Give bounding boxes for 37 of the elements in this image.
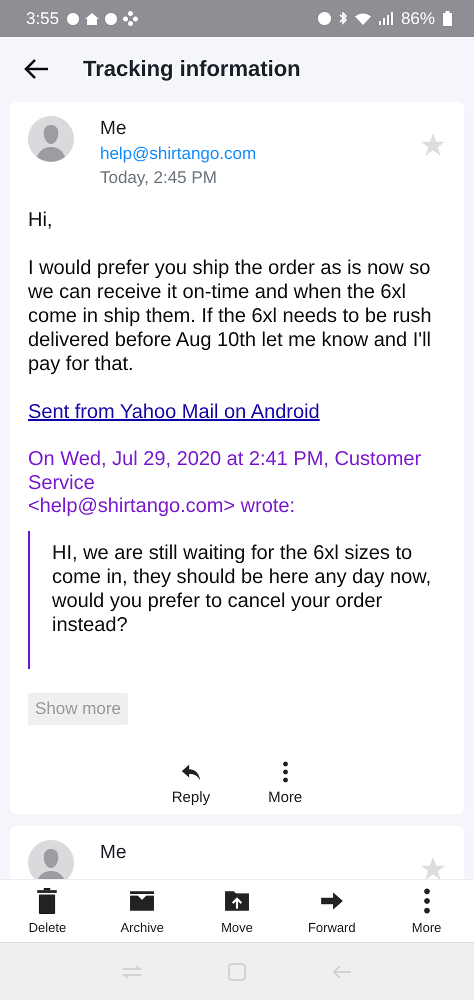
clock: 3:55: [26, 8, 60, 28]
battery-icon: [443, 11, 452, 26]
more-icon: [282, 760, 288, 782]
toolbar-button[interactable]: More: [386, 888, 467, 934]
quote-attribution: On Wed, Jul 29, 2020 at 2:41 PM, Customer Service: [28, 448, 422, 495]
sender-name: Me: [100, 840, 128, 864]
app-notification-icon: [67, 12, 80, 24]
message-paragraph: Hi,: [28, 208, 54, 232]
sender-name: Me: [100, 117, 128, 141]
more-icon: [424, 888, 430, 914]
recent-apps-icon[interactable]: [122, 964, 142, 978]
toolbar-button[interactable]: Move: [196, 888, 277, 934]
signal-icon: [378, 12, 393, 25]
signature-link[interactable]: Sent from Yahoo Mail on Android: [28, 401, 320, 423]
star-icon[interactable]: [420, 132, 446, 158]
quote-attribution: <help@shirtango.com> wrote:: [28, 495, 296, 518]
home-icon[interactable]: [226, 962, 247, 982]
back-arrow-icon[interactable]: [23, 58, 49, 80]
app-notification-icon: [105, 12, 118, 24]
wifi-icon: [354, 12, 371, 24]
message-action[interactable]: Reply: [168, 760, 214, 806]
battery-percentage: 86%: [400, 8, 435, 28]
back-icon[interactable]: [332, 964, 352, 980]
avatar-icon: [28, 116, 74, 162]
fan-notification-icon: [123, 11, 138, 26]
screen-title: Tracking information: [83, 56, 301, 82]
quoted-text: HI, we are still waiting for the 6xl sizes to come in, they should be here any day now, would you prefer to cancel your order instead?: [52, 540, 432, 636]
alarm-icon: [318, 12, 331, 25]
toolbar-button[interactable]: Delete: [7, 888, 88, 934]
message-paragraph: I would prefer you ship the order as is now so we can receive it on-time and when the 6xl come in ship them. If the 6xl needs to be rush delivered before Aug 10th let me know and I'll pay for that.: [28, 256, 433, 376]
message-date: Today, 2:45 PM: [100, 167, 218, 189]
star-icon[interactable]: [420, 856, 446, 879]
home-notification-icon: [85, 12, 100, 24]
bluetooth-icon: [338, 12, 347, 26]
message-action[interactable]: More: [264, 760, 306, 806]
toolbar-button[interactable]: Forward: [292, 888, 372, 934]
toolbar-button[interactable]: Archive: [102, 888, 182, 934]
